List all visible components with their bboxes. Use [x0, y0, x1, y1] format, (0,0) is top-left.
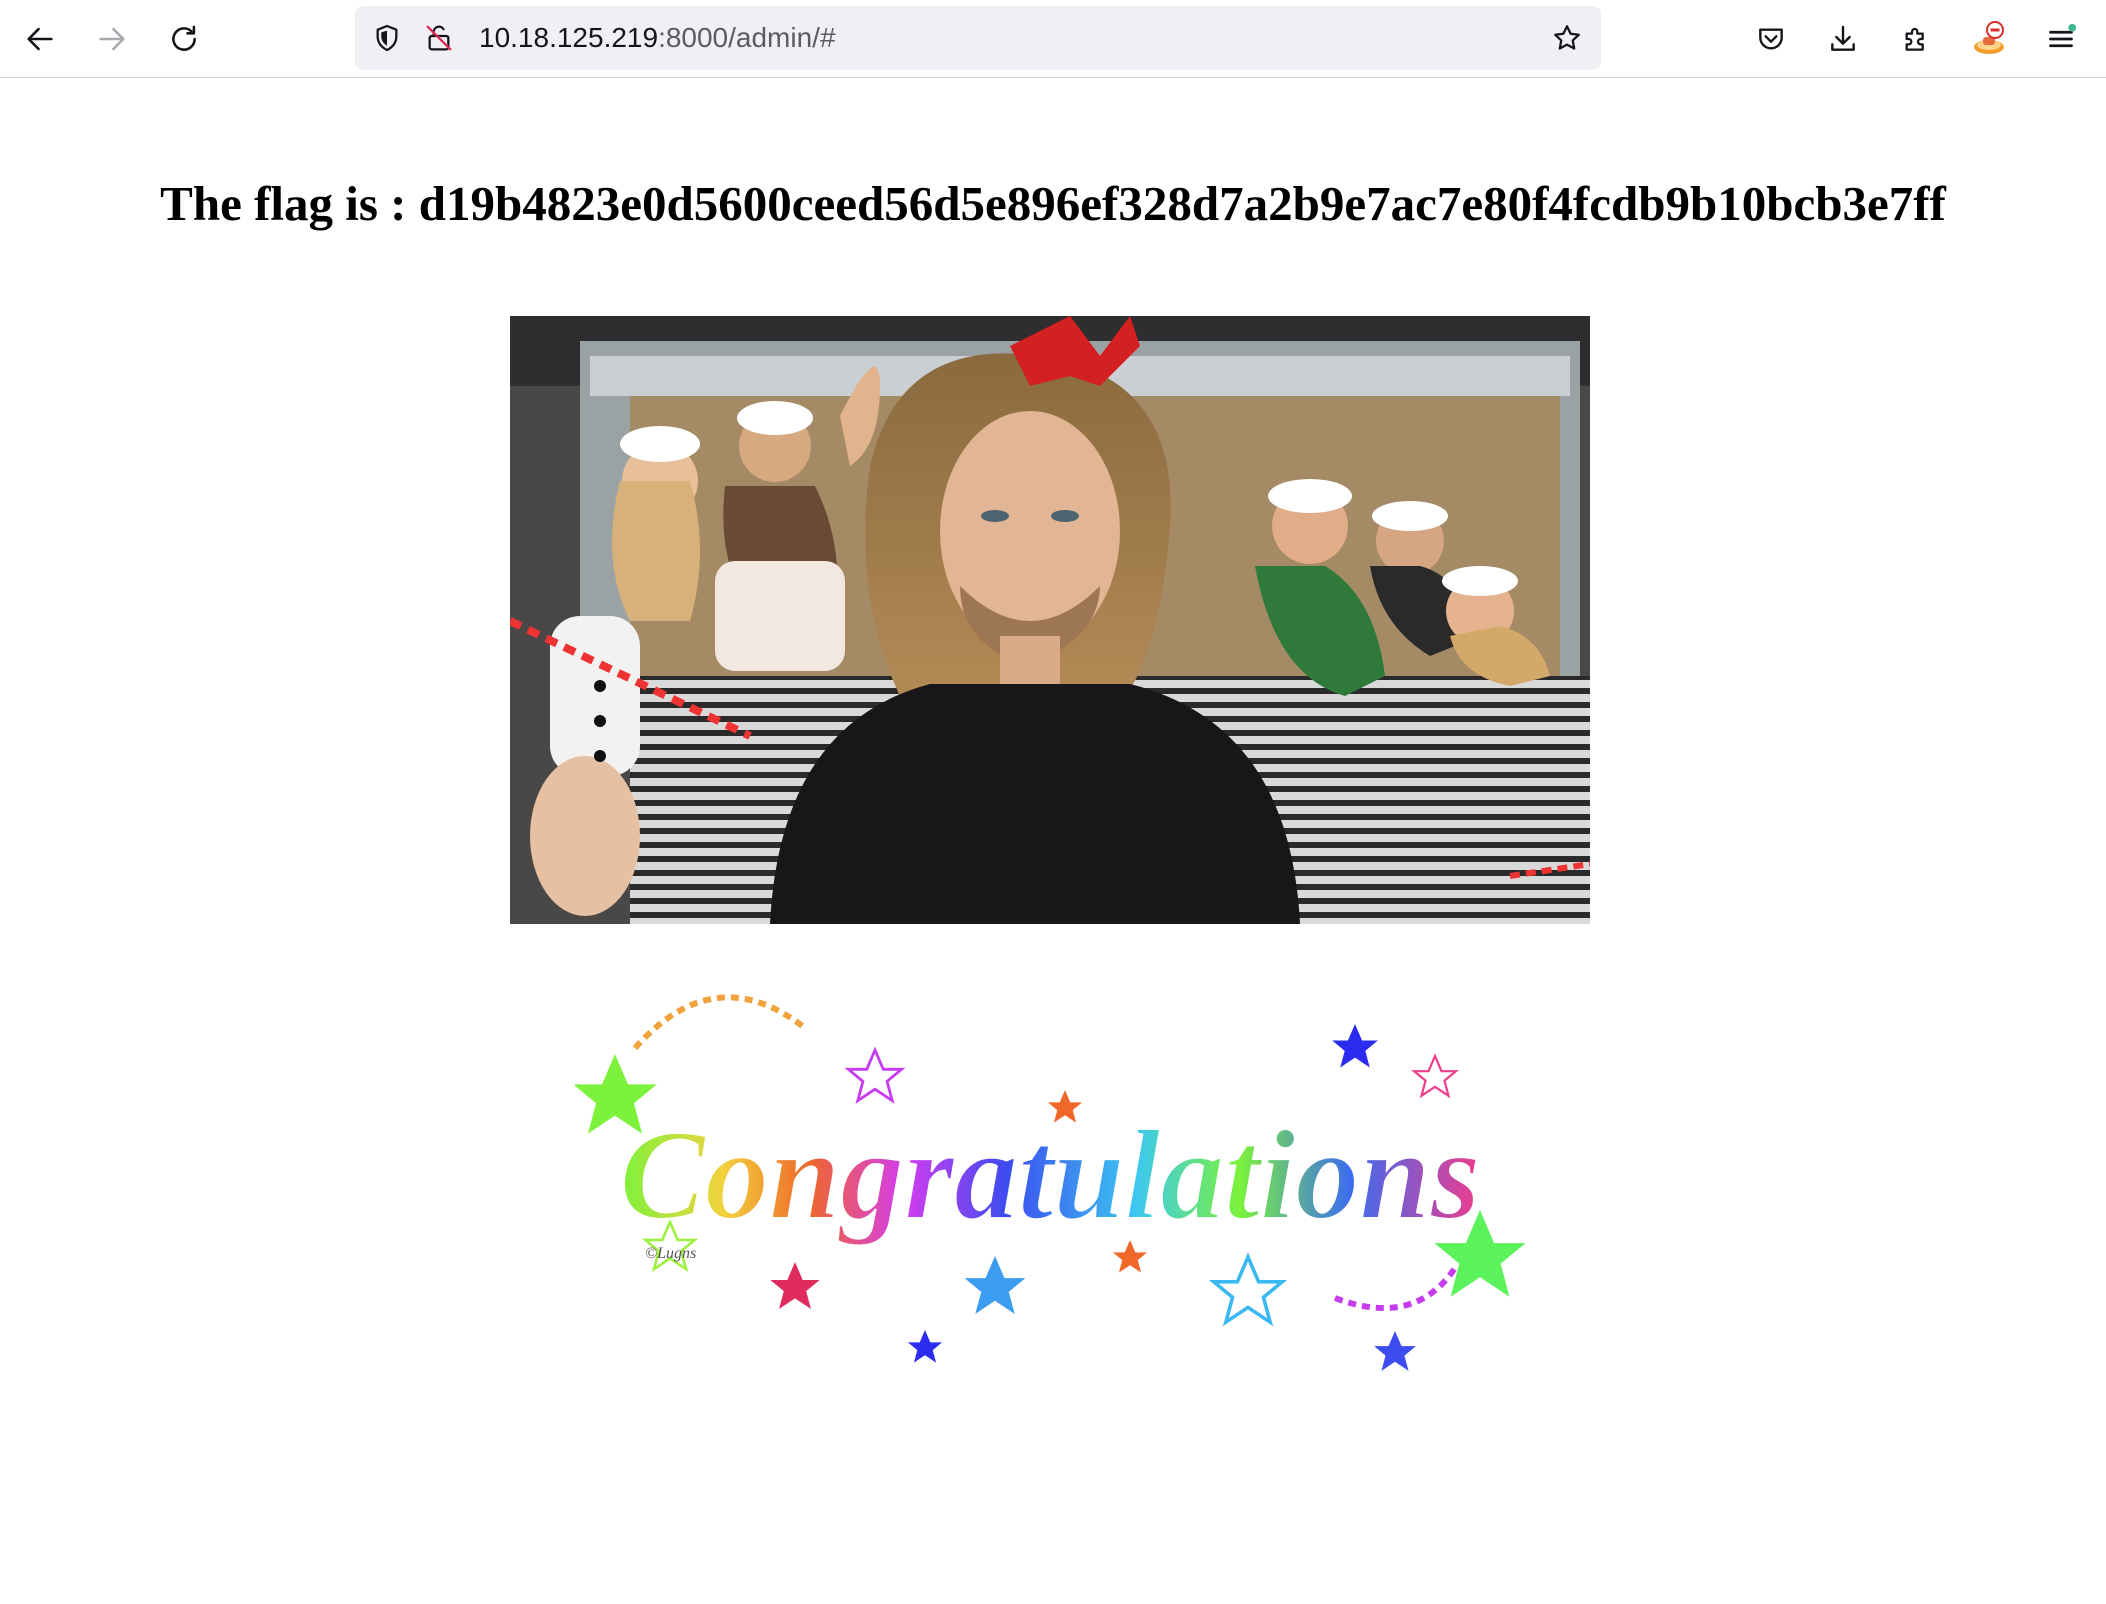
congratulations-banner-image: Congratulations ©Lugns	[573, 994, 1526, 1371]
site-security-button[interactable]	[421, 20, 457, 56]
arrow-right-icon	[99, 27, 125, 51]
url-text[interactable]: 10.18.125.219:8000/admin/#	[479, 23, 836, 53]
browser-toolbar: 10.18.125.219:8000/admin/#	[0, 0, 2106, 78]
pocket-button[interactable]	[1747, 15, 1795, 63]
app-menu-button[interactable]	[2037, 15, 2085, 63]
hamburger-menu-icon	[2049, 23, 2077, 48]
page-content: The flag is : d19b4823e0d5600ceed56d5e89…	[0, 78, 2106, 1604]
account-avatar-icon	[1974, 21, 2004, 54]
lock-strikethrough-icon	[426, 25, 452, 51]
pocket-icon	[1759, 28, 1783, 50]
account-button[interactable]	[1965, 15, 2013, 63]
puzzle-icon	[1905, 27, 1924, 51]
address-bar[interactable]: 10.18.125.219:8000/admin/#	[355, 6, 1601, 70]
downloads-button[interactable]	[1819, 15, 1867, 63]
download-icon	[1831, 25, 1855, 51]
celebration-gif-image	[510, 316, 1590, 924]
flag-heading: The flag is : d19b4823e0d5600ceed56d5e89…	[160, 176, 1946, 231]
reload-button[interactable]	[160, 15, 208, 63]
tracking-protection-button[interactable]	[369, 20, 405, 56]
congratulations-signature: ©Lugns	[645, 1245, 696, 1262]
bookmark-button[interactable]	[1549, 20, 1585, 56]
congratulations-text: Congratulations	[620, 1104, 1481, 1246]
arrow-left-icon	[27, 27, 53, 51]
celebration-gif	[510, 316, 1590, 924]
url-path: :8000/admin/#	[658, 22, 836, 53]
shield-icon	[376, 24, 398, 52]
star-outline-icon	[1554, 25, 1580, 50]
back-button[interactable]	[16, 15, 64, 63]
extensions-button[interactable]	[1892, 15, 1940, 63]
url-host: 10.18.125.219	[479, 22, 659, 53]
congratulations-banner: Congratulations ©Lugns	[573, 958, 1526, 1378]
reload-icon	[172, 25, 196, 51]
forward-button[interactable]	[88, 15, 136, 63]
